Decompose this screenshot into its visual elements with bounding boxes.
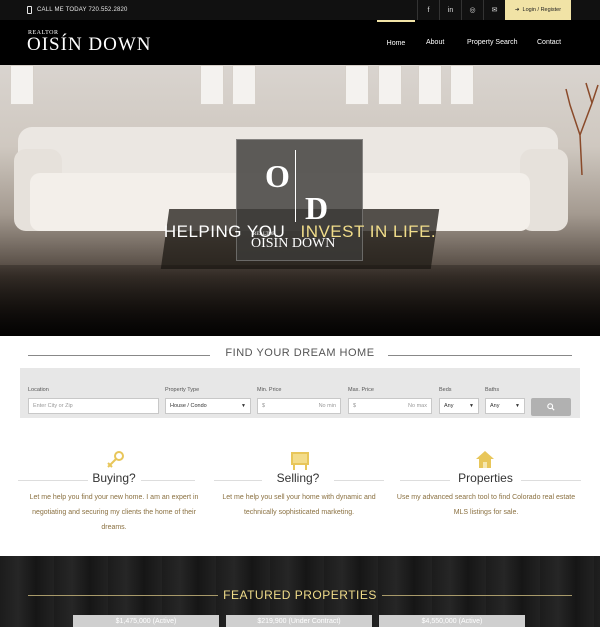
max-price-placeholder: No max — [408, 403, 427, 409]
property-card[interactable]: $4,550,000 (Active) — [379, 615, 525, 627]
login-label: Login / Register — [522, 7, 562, 13]
min-price-input[interactable]: $ No min — [257, 398, 341, 414]
selling-title: Selling? — [276, 471, 320, 485]
max-price-input[interactable]: $ No max — [348, 398, 432, 414]
property-card[interactable]: $219,900 (Under Contract) — [226, 615, 372, 627]
baths-select[interactable]: Any ▼ — [485, 398, 525, 414]
branch-decor — [565, 82, 599, 175]
min-price-prefix: $ — [262, 403, 266, 409]
window — [378, 65, 402, 105]
facebook-icon[interactable]: f — [417, 0, 439, 20]
site-logo[interactable]: OISÍN DOWN — [27, 34, 152, 56]
nav-property-search[interactable]: Property Search — [467, 20, 518, 65]
sign-icon — [291, 452, 309, 470]
max-price-label: Max. Price — [348, 387, 374, 393]
search-icon — [547, 403, 555, 411]
login-icon: ➜ — [514, 7, 520, 13]
phone-icon — [27, 6, 32, 14]
window — [200, 65, 224, 105]
chevron-down-icon: ▼ — [241, 403, 246, 409]
property-type-value: House / Condo — [170, 403, 207, 409]
selling-text: Let me help you sell your home with dyna… — [222, 494, 376, 516]
tagline-white: HELPING YOU — [163, 222, 286, 241]
window — [10, 65, 34, 105]
divider-line — [400, 480, 450, 481]
nav-home[interactable]: Home — [377, 20, 415, 65]
tagline-yellow: INVEST IN LIFE. — [300, 222, 437, 241]
window — [232, 65, 256, 105]
chevron-down-icon: ▼ — [469, 403, 474, 409]
envelope-icon[interactable]: ✉ — [483, 0, 505, 20]
nav-about[interactable]: About — [426, 20, 444, 65]
property-card[interactable]: $1,475,000 (Active) — [73, 615, 219, 627]
buying-title: Buying? — [92, 471, 136, 485]
login-register-button[interactable]: ➜ Login / Register — [505, 0, 571, 20]
logo-divider — [295, 150, 296, 222]
properties-text: Use my advanced search tool to find Colo… — [396, 494, 576, 516]
phone-label: CALL ME TODAY 720.552.2820 — [37, 7, 128, 13]
property-type-select[interactable]: House / Condo ▼ — [165, 398, 251, 414]
divider-line — [141, 480, 195, 481]
nav-contact[interactable]: Contact — [537, 20, 561, 65]
linkedin-icon[interactable]: in — [439, 0, 461, 20]
location-placeholder: Enter City or Zip — [33, 403, 73, 409]
instagram-icon[interactable]: ◎ — [461, 0, 483, 20]
beds-value: Any — [444, 403, 454, 409]
max-price-prefix: $ — [353, 403, 357, 409]
min-price-label: Min. Price — [257, 387, 282, 393]
location-label: Location — [28, 387, 49, 393]
phone-contact[interactable]: CALL ME TODAY 720.552.2820 — [27, 0, 128, 20]
featured-properties-title: FEATURED PROPERTIES — [223, 588, 377, 602]
divider-line — [214, 480, 262, 481]
hero-tagline: HELPING YOU INVEST IN LIFE. — [0, 222, 600, 242]
top-bar: CALL ME TODAY 720.552.2820 f in ◎ ✉ ➜ Lo… — [0, 0, 600, 20]
logo-letter-o: O — [265, 158, 290, 194]
buying-text: Let me help you find your new home. I am… — [29, 494, 199, 531]
baths-value: Any — [490, 403, 500, 409]
window — [418, 65, 442, 105]
window — [345, 65, 369, 105]
search-section-title: FIND YOUR DREAM HOME — [225, 347, 375, 359]
divider-line — [334, 480, 384, 481]
house-icon — [476, 451, 494, 468]
window — [450, 65, 474, 105]
location-input[interactable]: Enter City or Zip — [28, 398, 159, 414]
keys-icon — [107, 451, 124, 468]
chevron-down-icon: ▼ — [515, 403, 520, 409]
search-button[interactable] — [531, 398, 571, 416]
property-type-label: Property Type — [165, 387, 200, 393]
beds-label: Beds — [439, 387, 452, 393]
min-price-placeholder: No min — [318, 403, 336, 409]
hero-logo-box: O D REALTOR OISÍN DOWN — [236, 139, 363, 261]
baths-label: Baths — [485, 387, 500, 393]
floor-shadow — [0, 265, 600, 336]
divider-line — [521, 480, 581, 481]
divider-line — [18, 480, 88, 481]
properties-title: Properties — [458, 471, 513, 485]
beds-select[interactable]: Any ▼ — [439, 398, 479, 414]
